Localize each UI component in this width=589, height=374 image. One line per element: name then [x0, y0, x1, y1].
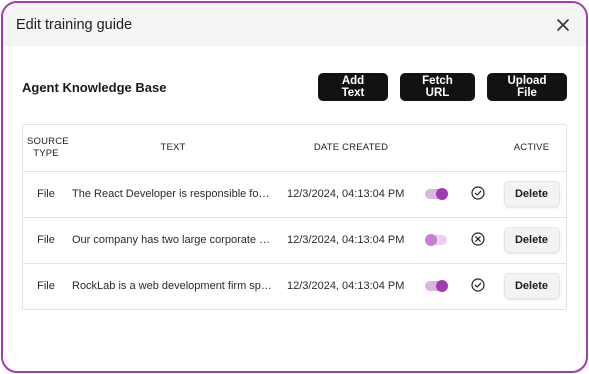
date-created-cell: 12/3/2024, 04:13:04 PM: [277, 170, 425, 217]
close-icon[interactable]: [554, 16, 572, 34]
status-cell: [459, 262, 497, 309]
table-row: File The React Developer is responsible …: [23, 170, 566, 217]
column-header-source-type: SOURCE TYPE: [27, 135, 69, 159]
column-header-text: TEXT: [160, 141, 186, 153]
text-snippet: RockLab is a web development firm sp…: [72, 280, 272, 293]
active-toggle[interactable]: [425, 234, 447, 247]
add-text-button[interactable]: Add Text: [318, 73, 388, 101]
modal-header: Edit training guide: [3, 3, 586, 46]
x-circle-icon: [471, 231, 485, 249]
knowledge-base-actions: Add Text Fetch URL Upload File: [318, 73, 567, 101]
text-cell: The React Developer is responsible for…: [69, 170, 277, 217]
status-cell: [459, 216, 497, 263]
source-type-cell: File: [23, 262, 69, 309]
action-cell: Delete: [497, 170, 566, 217]
text-cell: Our company has two large corporate …: [69, 216, 277, 263]
knowledge-table: SOURCE TYPE TEXT DATE CREATED ACTIVE Fil…: [22, 124, 567, 310]
toggle-cell: [425, 170, 459, 217]
check-circle-icon: [471, 278, 485, 295]
modal-title: Edit training guide: [16, 16, 133, 33]
toggle-cell: [425, 216, 459, 263]
text-cell: RockLab is a web development firm sp…: [69, 262, 277, 309]
column-header-date-created: DATE CREATED: [313, 141, 389, 153]
action-cell: Delete: [497, 262, 566, 309]
delete-button[interactable]: Delete: [503, 181, 560, 207]
status-cell: [459, 170, 497, 217]
check-circle-icon: [471, 185, 485, 203]
delete-button[interactable]: Delete: [503, 273, 560, 300]
source-type-cell: File: [23, 170, 69, 217]
date-created-cell: 12/3/2024, 04:13:04 PM: [277, 262, 425, 309]
knowledge-base-title: Agent Knowledge Base: [22, 79, 167, 95]
upload-file-button[interactable]: Upload File: [487, 73, 567, 101]
column-header-toggle: [425, 125, 459, 171]
active-toggle[interactable]: [425, 188, 448, 201]
table-header-row: SOURCE TYPE TEXT DATE CREATED ACTIVE: [23, 125, 566, 171]
column-header-status: [459, 125, 497, 171]
table-row: File Our company has two large corporate…: [23, 216, 566, 263]
action-cell: Delete: [497, 216, 566, 263]
edit-training-guide-modal: Edit training guide Agent Knowledge Base…: [1, 1, 588, 373]
fetch-url-button[interactable]: Fetch URL: [400, 73, 475, 101]
text-snippet: Our company has two large corporate …: [72, 234, 271, 246]
date-created-cell: 12/3/2024, 04:13:04 PM: [277, 216, 425, 263]
delete-button[interactable]: Delete: [503, 227, 560, 253]
active-toggle[interactable]: [425, 280, 448, 293]
table-row: File RockLab is a web development firm s…: [23, 262, 566, 309]
source-type-cell: File: [23, 216, 69, 263]
knowledge-base-toolbar: Agent Knowledge Base Add Text Fetch URL …: [22, 72, 567, 102]
text-snippet: The React Developer is responsible for…: [72, 188, 272, 200]
toggle-cell: [425, 262, 459, 309]
column-header-active: ACTIVE: [513, 141, 550, 153]
